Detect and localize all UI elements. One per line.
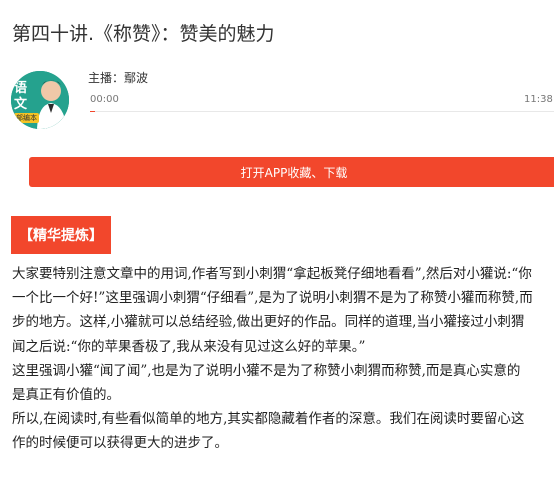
article-line: 一个比一个好!”这里强调小刺猬“仔细看”,是为了说明小刺猬不是为了称赞小獾而称赞… [12,290,533,307]
article-line: 闻之后说:“你的苹果香极了,我从来没有见过这么好的苹果。” [12,338,366,355]
article-line: 这里强调小獾“闻了闻”,也是为了说明小獾不是为了称赞小刺猬而称赞,而是真心实意的 [12,362,521,379]
article-line: 大家要特别注意文章中的用词,作者写到小刺猬“拿起板凳仔细地看看”,然后对小獾说:… [12,266,532,282]
article-line: 作的时候便可以获得更大的进步了。 [12,435,228,452]
article-line: 所以,在阅读时,有些看似简单的地方,其实都隐藏着作者的深意。我们在阅读时要留心这 [12,411,525,428]
duration: 11:38 [524,94,553,105]
album-cover[interactable]: 语文 部编本 [11,71,69,129]
cover-badge: 部编本 [14,113,39,123]
host-label: 主播：鄢波 [88,71,149,85]
page-title: 第四十讲.《称赞》：赞美的魅力 [12,23,275,45]
section-tag: 【精华提炼】 [11,216,111,254]
article-line: 步的地方。这样,小獾就可以总结经验,做出更好的作品。同样的道理,当小獾接过小刺猬 [12,314,525,331]
article-line: 是真正有价值的。 [12,386,120,403]
article-body: 大家要特别注意文章中的用词,作者写到小刺猬“拿起板凳仔细地看看”,然后对小獾说:… [12,262,554,456]
progress-fill [90,111,95,112]
open-app-button[interactable]: 打开APP收藏、下载 [29,157,554,187]
cover-title-text: 语文 [14,81,28,112]
current-time: 00:00 [90,94,119,105]
progress-bar[interactable] [90,111,554,112]
